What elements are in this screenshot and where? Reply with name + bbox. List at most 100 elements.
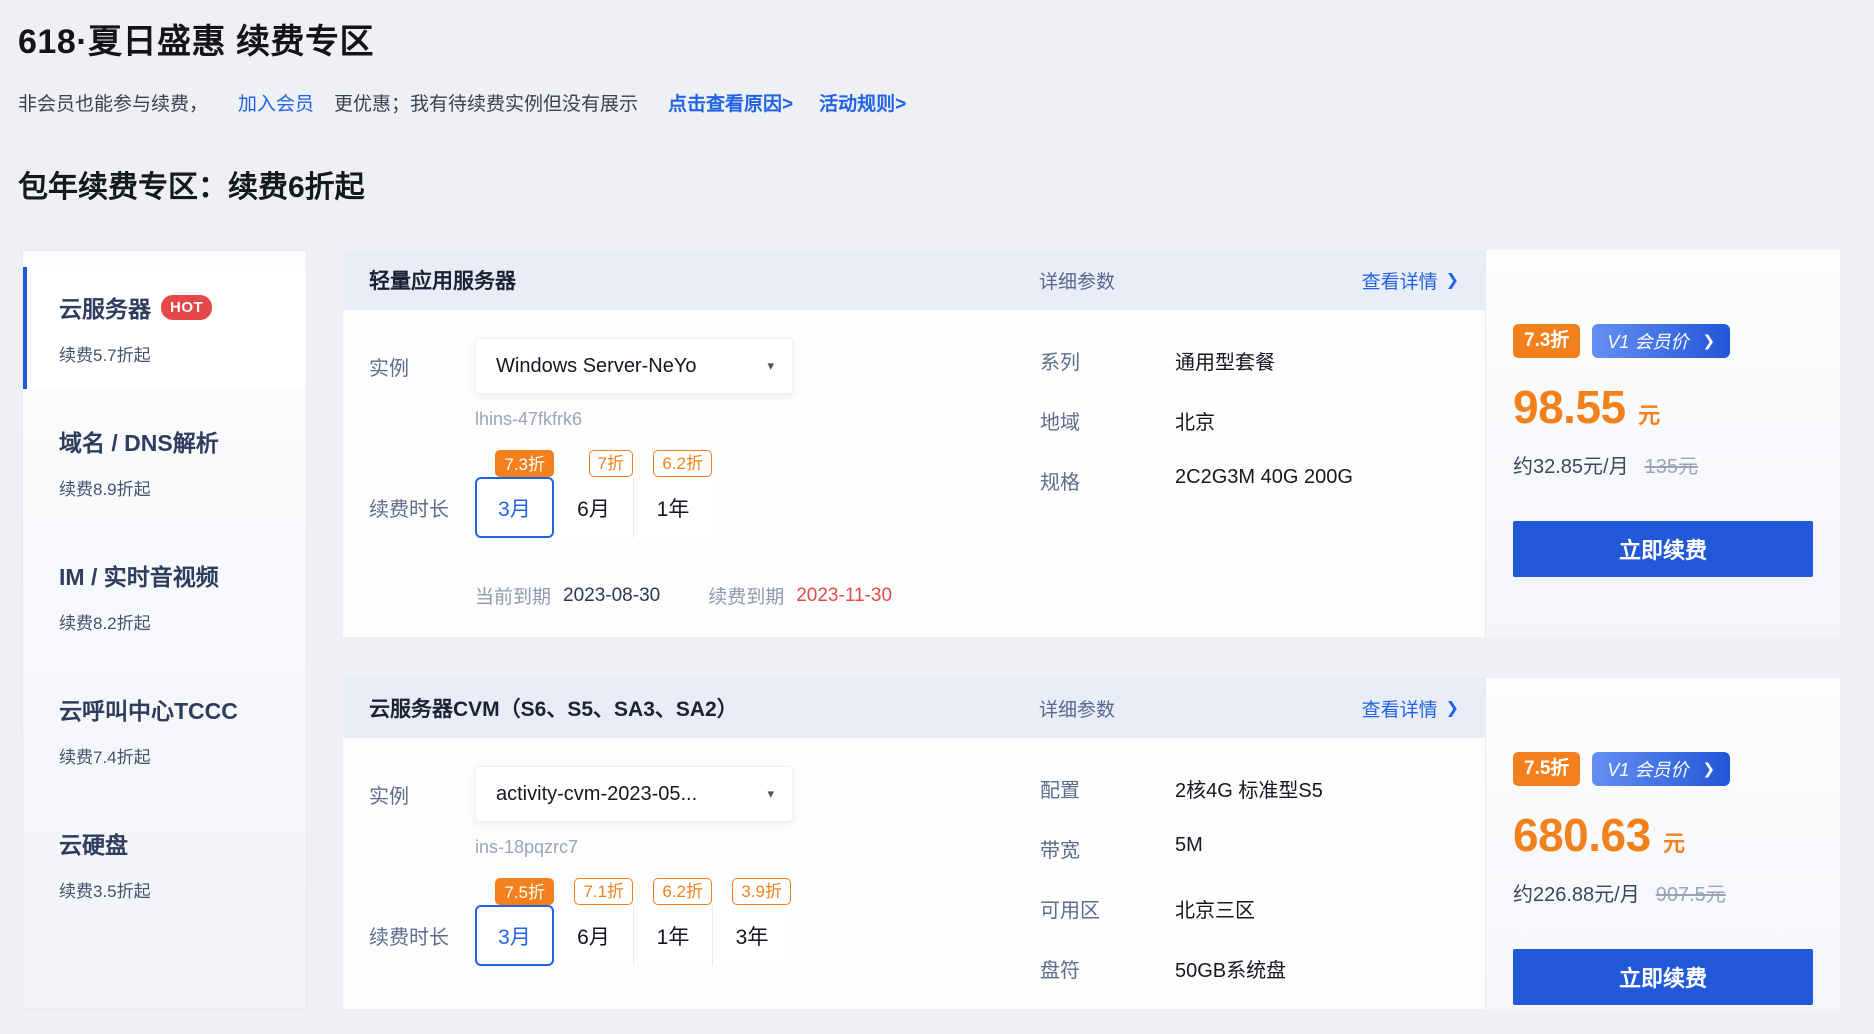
sidebar-item-cbs[interactable]: 云硬盘 续费3.5折起 <box>23 803 306 925</box>
duration-option-6m[interactable]: 7.1折 6月 <box>554 905 633 966</box>
duration-option-label: 1年 <box>657 493 690 523</box>
current-expiry-date: 2023-08-30 <box>563 585 660 607</box>
card-header: 轻量应用服务器 详细参数 查看详情 ❯ <box>343 250 1485 310</box>
card-header: 云服务器CVM（S6、S5、SA3、SA2） 详细参数 查看详情 ❯ <box>343 678 1485 738</box>
param-row: 配置 2核4G 标准型S5 <box>1040 774 1465 803</box>
discount-badge: 7.1折 <box>574 878 633 905</box>
instance-select[interactable]: Windows Server-NeYo ▾ <box>475 338 793 394</box>
price-value: 680.63 <box>1513 809 1651 861</box>
param-row: 系列 通用型套餐 <box>1040 346 1465 375</box>
price-amount: 98.55 元 <box>1513 380 1813 434</box>
price-monthly-row: 约226.88元/月 907.5元 <box>1513 878 1813 907</box>
sidebar-item-title: 云硬盘 <box>59 826 306 860</box>
duration-option-1y[interactable]: 6.2折 1年 <box>633 477 712 538</box>
instance-select-value: Windows Server-NeYo <box>496 355 696 378</box>
member-price-badge[interactable]: V1 会员价 ❯ <box>1592 324 1730 358</box>
param-row: 盘符 50GB系统盘 <box>1040 954 1465 983</box>
member-price-label: V1 会员价 <box>1607 756 1688 782</box>
price-badges: 7.3折 V1 会员价 ❯ <box>1513 324 1813 358</box>
duration-option-3y[interactable]: 3.9折 3年 <box>712 905 791 966</box>
param-row: 地域 北京 <box>1040 406 1465 435</box>
param-row: 可用区 北京三区 <box>1040 894 1465 923</box>
monthly-price: 约32.85元/月 <box>1513 450 1629 479</box>
duration-option-label: 3年 <box>736 921 769 951</box>
view-details-link[interactable]: 查看详情 ❯ <box>1362 695 1459 722</box>
sidebar-item-im-label: IM / 实时音视频 <box>59 558 219 592</box>
sidebar-item-cvm[interactable]: 云服务器 HOT 续费5.7折起 <box>23 267 306 389</box>
sidebar-item-discount: 续费3.5折起 <box>59 877 306 902</box>
param-label: 盘符 <box>1040 954 1175 983</box>
monthly-price: 约226.88元/月 <box>1513 878 1640 907</box>
duration-row: 续费时长 7.5折 3月 7.1折 6月 <box>369 905 1040 966</box>
duration-row: 续费时长 7.3折 3月 7折 6月 <box>369 477 1040 538</box>
duration-option-label: 1年 <box>657 921 690 951</box>
duration-option-6m[interactable]: 7折 6月 <box>554 477 633 538</box>
price-discount-badge: 7.3折 <box>1513 324 1580 358</box>
duration-label: 续费时长 <box>369 493 475 522</box>
product-cards: 轻量应用服务器 详细参数 查看详情 ❯ 实例 <box>343 250 1840 1009</box>
price-panel: 7.5折 V1 会员价 ❯ 680.63 元 约226.88元/月 907.5元 <box>1486 678 1840 1009</box>
duration-option-label: 3月 <box>498 921 531 951</box>
duration-option-3m[interactable]: 7.3折 3月 <box>475 477 554 538</box>
instance-row: 实例 activity-cvm-2023-05... ▾ <box>369 766 1040 822</box>
param-value: 2C2G3M 40G 200G <box>1175 466 1353 495</box>
chevron-right-icon: ❯ <box>1702 332 1715 350</box>
category-sidebar: 云服务器 HOT 续费5.7折起 域名 / DNS解析 续费8.9折起 IM /… <box>22 250 307 1009</box>
current-expiry-label: 当前到期 <box>475 582 551 609</box>
param-value: 50GB系统盘 <box>1175 954 1286 983</box>
expiry-dates-row: 当前到期 2023-08-30 续费到期 2023-11-30 <box>475 582 1040 609</box>
view-details-link[interactable]: 查看详情 ❯ <box>1362 267 1459 294</box>
duration-option-3m[interactable]: 7.5折 3月 <box>475 905 554 966</box>
discount-badge: 7.5折 <box>495 878 554 905</box>
params-column: 配置 2核4G 标准型S5 带宽 5M 可用区 北京三区 <box>1040 766 1485 1009</box>
sidebar-item-im[interactable]: IM / 实时音视频 续费8.2折起 <box>23 535 306 657</box>
section-title: 包年续费专区：续费6折起 <box>18 162 1874 206</box>
discount-badge: 7.3折 <box>495 450 554 477</box>
sidebar-item-tccc-label: 云呼叫中心TCCC <box>59 692 238 726</box>
price-monthly-row: 约32.85元/月 135元 <box>1513 450 1813 479</box>
duration-label: 续费时长 <box>369 921 475 950</box>
sidebar-item-cbs-label: 云硬盘 <box>59 826 128 860</box>
price-amount: 680.63 元 <box>1513 808 1813 862</box>
member-price-badge[interactable]: V1 会员价 ❯ <box>1592 752 1730 786</box>
original-price: 135元 <box>1645 450 1698 479</box>
instance-select[interactable]: activity-cvm-2023-05... ▾ <box>475 766 793 822</box>
view-details-label: 查看详情 <box>1362 695 1438 722</box>
sidebar-item-tccc[interactable]: 云呼叫中心TCCC 续费7.4折起 <box>23 669 306 791</box>
sidebar-item-discount: 续费8.9折起 <box>59 475 306 500</box>
caret-down-icon: ▾ <box>767 786 774 802</box>
param-value: 北京三区 <box>1175 894 1255 923</box>
renew-now-button[interactable]: 立即续费 <box>1513 949 1813 1005</box>
chevron-right-icon: ❯ <box>1446 270 1459 290</box>
sidebar-item-dns[interactable]: 域名 / DNS解析 续费8.9折起 <box>23 401 306 523</box>
activity-rules-link[interactable]: 活动规则> <box>819 89 906 116</box>
param-label: 配置 <box>1040 774 1175 803</box>
page-title: 618·夏日盛惠 续费专区 <box>18 14 1874 63</box>
param-label: 可用区 <box>1040 894 1175 923</box>
param-label: 规格 <box>1040 466 1175 495</box>
param-label: 带宽 <box>1040 834 1175 863</box>
member-price-label: V1 会员价 <box>1607 328 1688 354</box>
params-column: 系列 通用型套餐 地域 北京 规格 2C2G3M 40G 200G <box>1040 338 1485 609</box>
instance-id: lhins-47fkfrk6 <box>475 409 1040 430</box>
view-reason-link[interactable]: 点击查看原因> <box>668 89 793 116</box>
join-member-link[interactable]: 加入会员 <box>238 89 314 116</box>
instance-select-value: activity-cvm-2023-05... <box>496 783 697 806</box>
card-title: 轻量应用服务器 <box>369 265 516 295</box>
hot-badge: HOT <box>161 295 212 320</box>
product-card-lighthouse: 轻量应用服务器 详细参数 查看详情 ❯ 实例 <box>343 250 1840 637</box>
sidebar-item-dns-label: 域名 / DNS解析 <box>59 424 219 458</box>
duration-option-1y[interactable]: 6.2折 1年 <box>633 905 712 966</box>
duration-option-label: 6月 <box>577 921 610 951</box>
discount-badge: 6.2折 <box>653 450 712 477</box>
param-value: 通用型套餐 <box>1175 346 1275 375</box>
duration-option-label: 6月 <box>577 493 610 523</box>
product-card-cvm: 云服务器CVM（S6、S5、SA3、SA2） 详细参数 查看详情 ❯ <box>343 678 1840 1009</box>
instance-label: 实例 <box>369 352 475 381</box>
form-column: 实例 activity-cvm-2023-05... ▾ ins-18pqzrc… <box>369 766 1040 1009</box>
param-row: 带宽 5M <box>1040 834 1465 863</box>
renewal-campaign-page: 618·夏日盛惠 续费专区 非会员也能参与续费， 加入会员 更优惠；我有待续费实… <box>0 14 1874 1009</box>
sidebar-item-title: 云呼叫中心TCCC <box>59 692 306 726</box>
renew-now-button[interactable]: 立即续费 <box>1513 521 1813 577</box>
price-value: 98.55 <box>1513 381 1626 433</box>
